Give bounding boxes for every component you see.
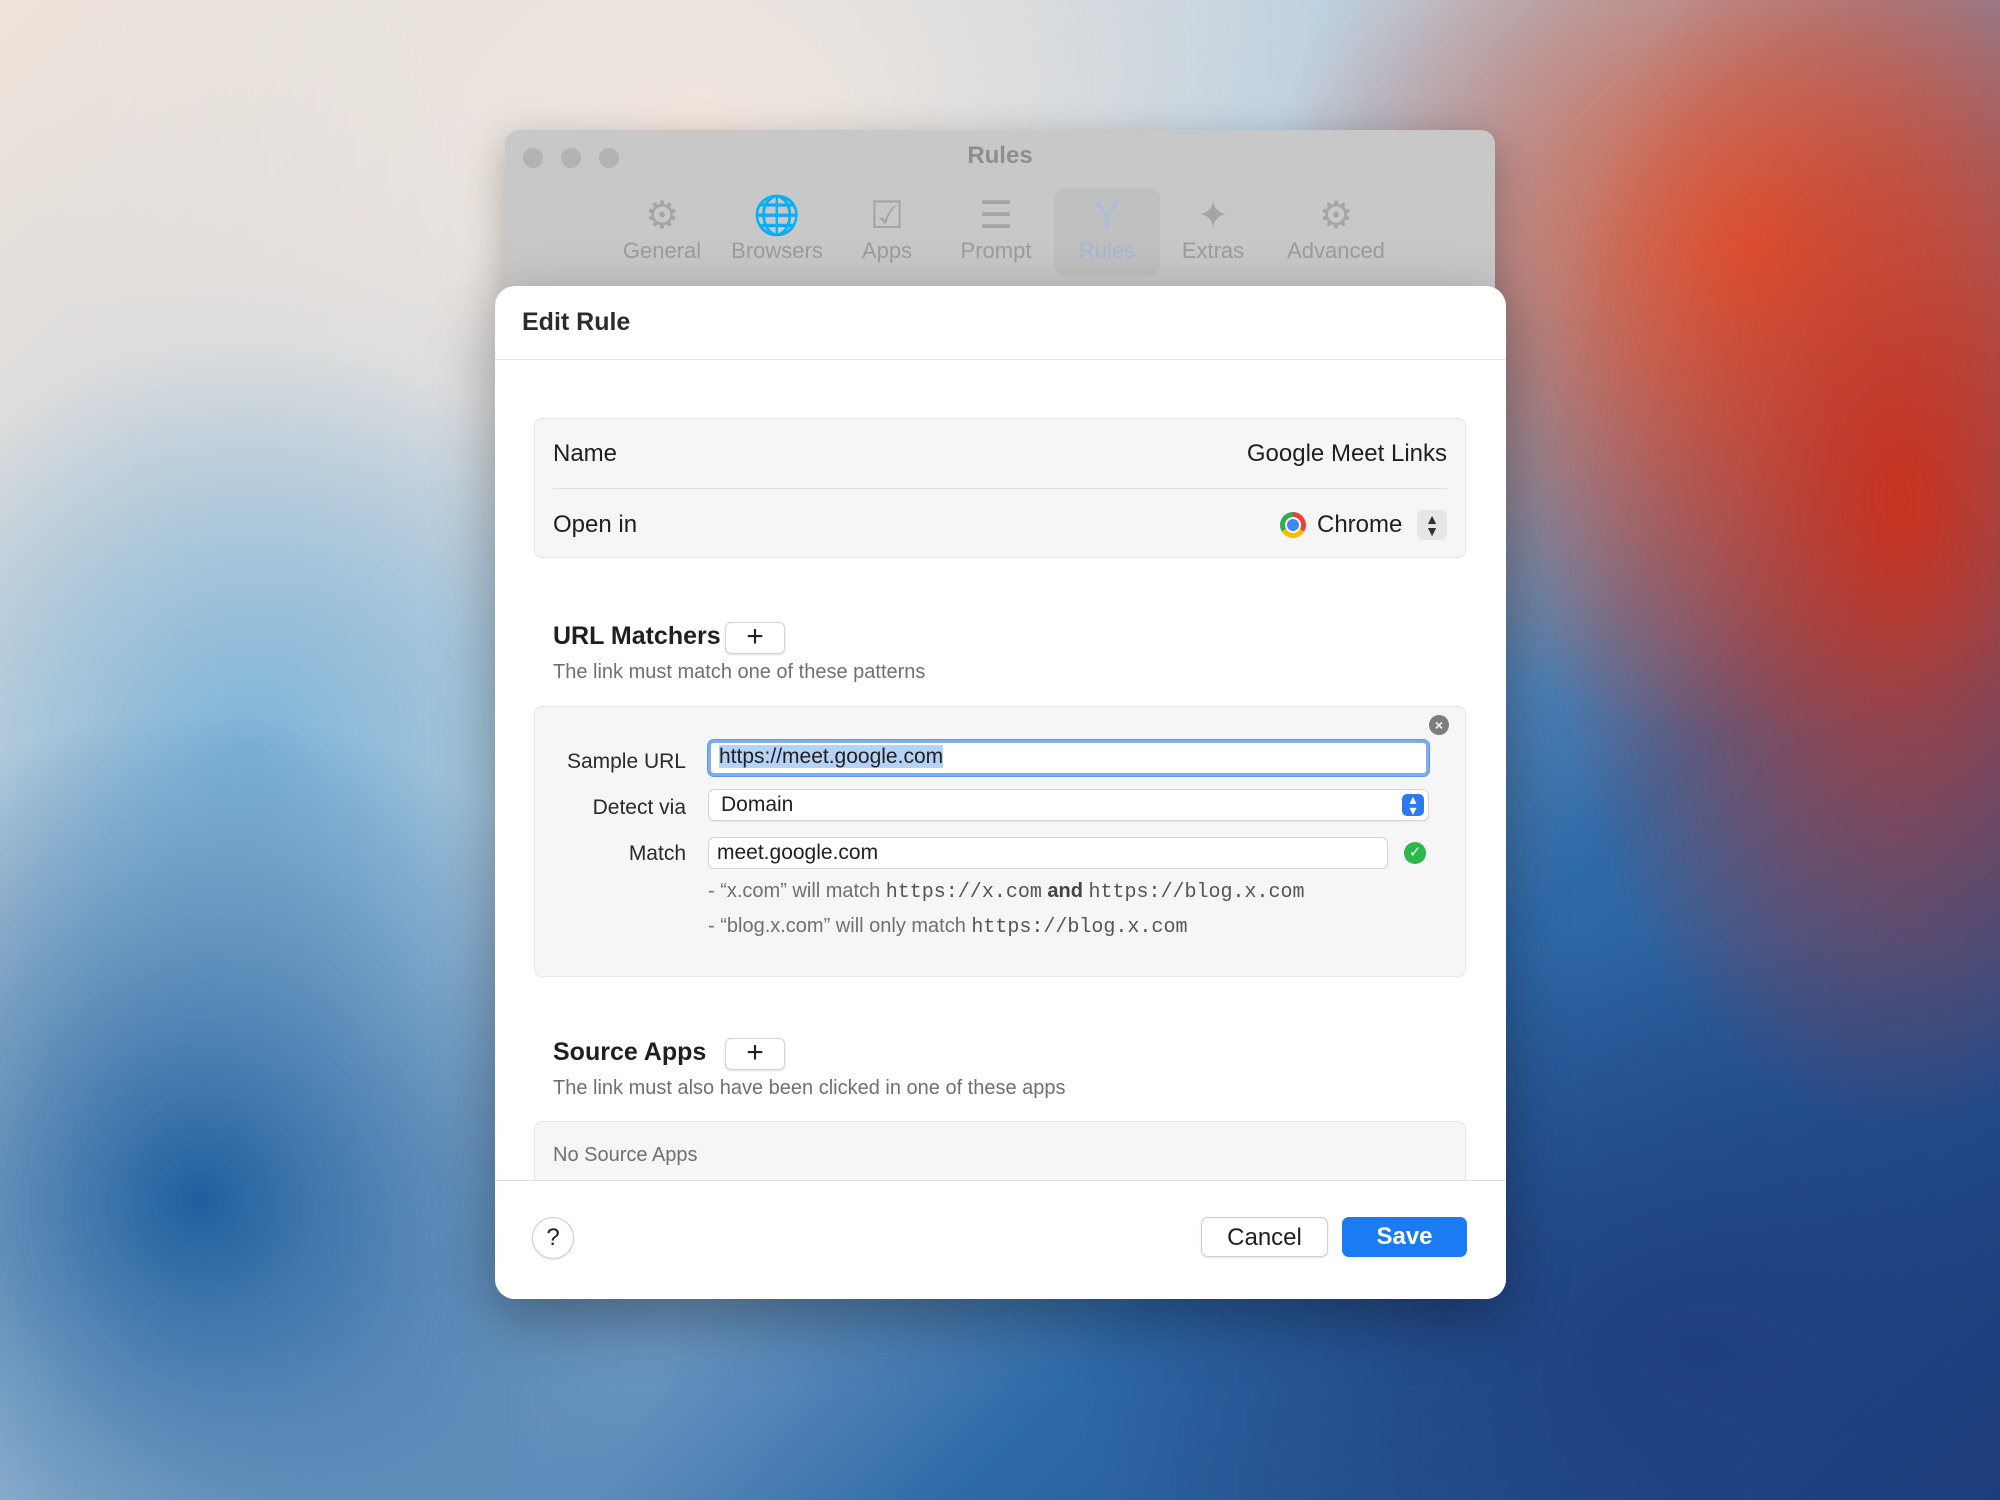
detect-via-label: Detect via <box>592 796 686 819</box>
tab-extras[interactable]: ✦ Extras <box>1173 188 1253 276</box>
hint-line-1: - “x.com” will match https://x.com and h… <box>708 880 1305 904</box>
sheet-footer: ? Cancel Save <box>495 1180 1506 1299</box>
sample-url-input[interactable]: https://meet.google.com <box>708 740 1429 776</box>
name-label: Name <box>553 440 618 467</box>
hint-url: https://x.com <box>885 881 1042 904</box>
tab-label: Advanced <box>1287 238 1385 263</box>
tab-label: Prompt <box>960 238 1032 263</box>
add-source-app-button[interactable]: + <box>725 1038 785 1070</box>
sheet-header: Edit Rule <box>495 286 1506 360</box>
chrome-icon <box>1280 512 1306 538</box>
remove-matcher-icon[interactable]: × <box>1429 715 1449 735</box>
tab-general[interactable]: ⚙ General <box>617 188 707 276</box>
match-input[interactable]: meet.google.com <box>708 837 1388 869</box>
sample-url-value: https://meet.google.com <box>719 745 944 768</box>
sample-url-label: Sample URL <box>566 750 686 773</box>
detect-via-select[interactable]: Domain ▴ ▾ <box>708 789 1429 821</box>
tab-prompt[interactable]: ☰ Prompt <box>951 188 1041 276</box>
globe-icon: 🌐 <box>753 195 801 237</box>
valid-check-icon: ✓ <box>1404 842 1426 864</box>
hint-line-2: - “blog.x.com” will only match https://b… <box>708 915 1187 939</box>
tab-apps[interactable]: ☑ Apps <box>847 188 927 276</box>
match-label: Match <box>628 842 686 865</box>
app-check-icon: ☑ <box>869 195 905 237</box>
sparkles-icon: ✦ <box>1197 195 1229 237</box>
settings-toolbar: ⚙ General 🌐 Browsers ☑ Apps ☰ Prompt Y R… <box>505 188 1495 298</box>
hint-and: and <box>1047 880 1083 902</box>
match-value: meet.google.com <box>717 841 879 864</box>
edit-rule-sheet: Edit Rule Name Google Meet Links Open in… <box>495 286 1506 1299</box>
url-matchers-title: URL Matchers <box>553 622 721 650</box>
open-in-select[interactable]: Chrome ▲ ▼ <box>1265 503 1465 547</box>
cancel-button[interactable]: Cancel <box>1201 1217 1328 1257</box>
url-matcher-card: × Sample URL https://meet.google.com Det… <box>534 706 1466 977</box>
fork-icon: Y <box>1094 195 1120 237</box>
source-apps-title: Source Apps <box>553 1038 707 1066</box>
tab-label: Browsers <box>731 238 823 263</box>
tab-label: Rules <box>1078 238 1136 263</box>
gear-icon: ⚙ <box>644 195 680 237</box>
gears-icon: ⚙ <box>1318 195 1354 237</box>
open-in-label: Open in <box>553 511 638 538</box>
tab-rules[interactable]: Y Rules <box>1054 188 1160 276</box>
window-title: Rules <box>967 142 1033 169</box>
source-apps-subtitle: The link must also have been clicked in … <box>553 1077 1066 1099</box>
hint-text: - “blog.x.com” will only match <box>708 915 966 937</box>
tab-browsers[interactable]: 🌐 Browsers <box>722 188 832 276</box>
hint-text: - “x.com” will match <box>708 880 881 902</box>
tab-label: Extras <box>1181 238 1245 263</box>
tab-label: Apps <box>861 238 913 263</box>
no-source-apps-text: No Source Apps <box>553 1144 698 1166</box>
sheet-title: Edit Rule <box>522 308 631 336</box>
hint-url: https://blog.x.com <box>971 916 1188 939</box>
chevron-updown-icon: ▴ ▾ <box>1402 792 1424 817</box>
list-icon: ☰ <box>978 195 1014 237</box>
name-value[interactable]: Google Meet Links <box>1247 440 1447 468</box>
open-in-value: Chrome <box>1317 511 1403 538</box>
chevron-updown-icon: ▲ ▼ <box>1417 510 1447 540</box>
help-button[interactable]: ? <box>532 1217 574 1259</box>
rule-settings-group: Name Google Meet Links Open in Chrome ▲ ▼ <box>534 418 1466 558</box>
url-matchers-subtitle: The link must match one of these pattern… <box>553 661 926 683</box>
divider <box>553 488 1447 489</box>
save-button[interactable]: Save <box>1342 1217 1467 1257</box>
tab-advanced[interactable]: ⚙ Advanced <box>1281 188 1391 276</box>
detect-via-value: Domain <box>721 793 794 816</box>
settings-window: Rules ⚙ General 🌐 Browsers ☑ Apps ☰ Prom… <box>505 130 1495 310</box>
hint-url: https://blog.x.com <box>1088 881 1305 904</box>
tab-label: General <box>622 238 702 263</box>
add-url-matcher-button[interactable]: + <box>725 622 785 654</box>
